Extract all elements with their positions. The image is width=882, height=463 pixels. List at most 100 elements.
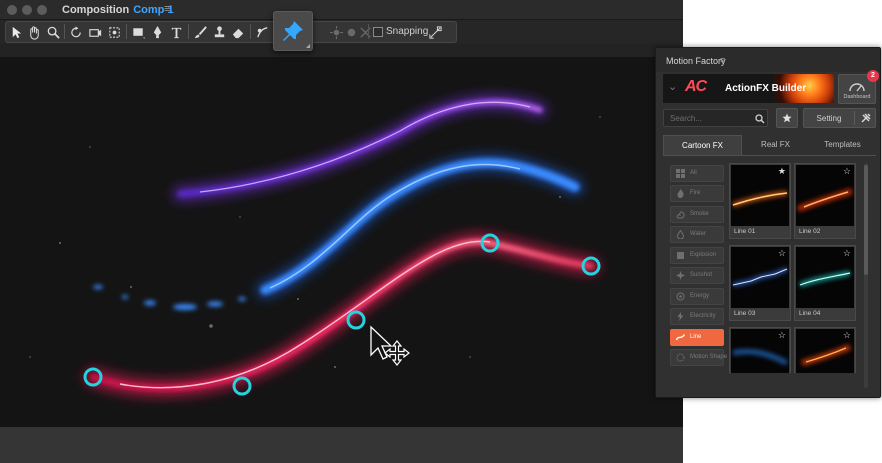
category-line[interactable]: Line	[670, 329, 724, 346]
toolbar-divider	[64, 24, 65, 39]
thumbnail-scrollbar[interactable]	[864, 163, 868, 388]
tools-icon[interactable]	[860, 112, 872, 124]
thumbnail-label: Line 04	[799, 310, 821, 317]
category-water[interactable]: Water	[670, 226, 724, 243]
star-icon[interactable]: ★	[778, 167, 786, 176]
sunshot-icon	[676, 271, 685, 280]
favorites-button[interactable]	[776, 108, 798, 128]
minimize-window-button[interactable]	[22, 5, 32, 15]
type-tool-icon[interactable]	[168, 24, 184, 40]
pushpin-icon	[283, 21, 303, 41]
motion-factory-panel: Motion Factory ≡ ⌄ AC ActionFX Builder D…	[655, 47, 881, 398]
grid-icon	[676, 169, 685, 178]
notification-badge: 2	[867, 70, 879, 82]
panel-header: Motion Factory ≡	[656, 48, 880, 72]
motion-shape-icon	[676, 353, 685, 362]
category-label: Explosion	[690, 252, 717, 258]
electricity-icon	[677, 312, 684, 321]
eraser-tool-icon[interactable]	[230, 24, 246, 40]
search-box	[663, 109, 768, 127]
star-outline-icon[interactable]: ☆	[778, 249, 786, 258]
setting-divider	[854, 111, 855, 125]
snapping-options-icon[interactable]	[427, 24, 443, 40]
purple-energy-line	[173, 95, 547, 201]
snapping-checkbox[interactable]	[373, 27, 383, 37]
category-label: Water	[690, 231, 706, 237]
setting-button[interactable]: Setting	[803, 108, 876, 128]
category-sunshot[interactable]: Sunshot	[670, 267, 724, 284]
toolbar-divider	[250, 24, 251, 39]
category-explosion[interactable]: Explosion	[670, 247, 724, 264]
title-prefix: Composition	[62, 4, 130, 16]
explosion-icon	[677, 252, 684, 259]
pan-behind-tool-icon[interactable]	[106, 24, 122, 40]
product-banner[interactable]: ⌄ AC ActionFX Builder	[663, 74, 834, 103]
dashboard-button[interactable]: Dashboard 2	[838, 70, 879, 104]
blue-energy-line	[93, 154, 583, 310]
energy-icon	[676, 292, 685, 301]
category-label: Line	[690, 334, 702, 340]
category-motion-shape[interactable]: Motion Shape	[670, 349, 728, 366]
star-outline-icon[interactable]: ☆	[778, 331, 786, 340]
composition-menu-icon[interactable]: ≡	[164, 3, 170, 15]
chevron-down-icon[interactable]: ⌄	[668, 80, 677, 93]
red-energy-line	[84, 232, 600, 398]
hand-tool-icon[interactable]	[26, 24, 42, 40]
pen-tool-icon[interactable]	[149, 24, 165, 40]
category-label: Smoke	[690, 211, 709, 217]
effect-thumbnail[interactable]: ☆ Line 03	[729, 245, 791, 321]
category-energy[interactable]: Energy	[670, 288, 724, 305]
star-outline-icon[interactable]: ☆	[843, 249, 851, 258]
panel-title: Motion Factory	[666, 56, 726, 66]
effect-thumbnail[interactable]: ★ Line 01	[729, 163, 791, 239]
search-input[interactable]	[664, 110, 749, 126]
scrollbar-thumb[interactable]	[864, 165, 868, 275]
panel-menu-icon[interactable]: ≡	[720, 55, 725, 65]
star-outline-icon[interactable]: ☆	[843, 331, 851, 340]
puppet-starch-tool-icon[interactable]	[328, 24, 344, 40]
category-all[interactable]: All	[670, 165, 724, 182]
brush-tool-icon[interactable]	[192, 24, 208, 40]
effect-thumbnail[interactable]: ☆ Line 02	[794, 163, 856, 239]
zoom-window-button[interactable]	[37, 5, 47, 15]
tab-templates[interactable]: Templates	[809, 135, 876, 155]
toolbar-divider	[126, 24, 127, 39]
smoke-icon	[676, 211, 685, 219]
tab-real-fx[interactable]: Real FX	[742, 135, 809, 155]
snapping-label: Snapping	[386, 26, 429, 37]
close-window-button[interactable]	[7, 5, 17, 15]
effect-thumbnail[interactable]: ☆	[794, 327, 856, 373]
category-smoke[interactable]: Smoke	[670, 206, 724, 223]
orbit-camera-tool-icon[interactable]	[87, 24, 103, 40]
category-label: Fire	[690, 190, 701, 196]
puppet-advanced-tool-icon[interactable]	[357, 24, 373, 40]
category-label: Sunshot	[690, 272, 713, 278]
selection-tool-icon[interactable]	[8, 24, 24, 40]
tool-flyout-indicator	[306, 44, 310, 48]
search-icon[interactable]	[755, 114, 765, 124]
puppet-pin-tool-button[interactable]	[273, 11, 313, 51]
composition-viewer[interactable]	[0, 57, 683, 427]
toolbar-divider	[368, 24, 369, 39]
effect-thumbnail[interactable]: ☆ Line 04	[794, 245, 856, 321]
roto-brush-tool-icon[interactable]	[254, 24, 270, 40]
composition-title: Composition Comp 1	[62, 4, 174, 16]
composition-artwork	[29, 95, 601, 398]
composition-window: Composition Comp 1 ≡ Snapping	[0, 0, 683, 463]
category-electricity[interactable]: Electricity	[670, 308, 724, 325]
zoom-tool-icon[interactable]	[45, 24, 61, 40]
water-icon	[676, 230, 685, 239]
rectangle-tool-icon[interactable]	[130, 24, 146, 40]
tab-cartoon-fx[interactable]: Cartoon FX	[663, 135, 742, 155]
thumbnail-label: Line 01	[734, 228, 756, 235]
star-outline-icon[interactable]: ☆	[843, 167, 851, 176]
category-fire[interactable]: Fire	[670, 185, 724, 202]
category-label: Motion Shape	[690, 354, 728, 360]
setting-label: Setting	[816, 114, 842, 123]
clone-stamp-tool-icon[interactable]	[211, 24, 227, 40]
toolbar-divider	[188, 24, 189, 39]
category-label: All	[690, 170, 697, 176]
rotate-tool-icon[interactable]	[68, 24, 84, 40]
effect-thumbnail[interactable]: ☆	[729, 327, 791, 373]
thumbnail-label: Line 02	[799, 228, 821, 235]
